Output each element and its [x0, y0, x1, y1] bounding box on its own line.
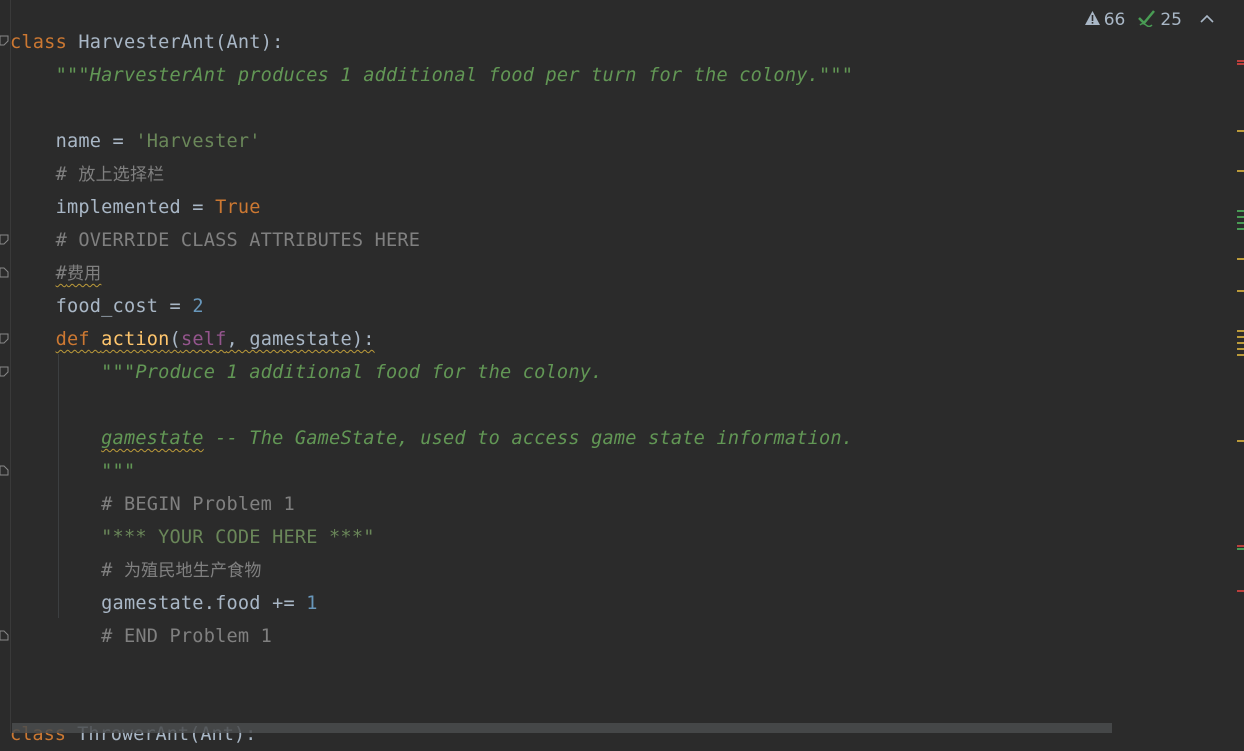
warnings-count: 66 [1103, 10, 1126, 30]
code-line: food_cost = 2 [10, 290, 204, 323]
error-stripe[interactable] [1236, 0, 1244, 733]
weak-warnings-count: 25 [1160, 10, 1182, 30]
docstring: """Produce 1 additional food for the col… [10, 362, 603, 383]
code-text: food_cost = [10, 296, 193, 317]
change-mark[interactable] [1237, 216, 1244, 218]
keyword: class [10, 32, 67, 53]
error-mark[interactable] [1237, 590, 1244, 592]
warning-mark[interactable] [1237, 330, 1244, 332]
class-signature: HarvesterAnt(Ant): [66, 32, 284, 53]
fold-marker[interactable] [0, 267, 9, 278]
weak-warnings-indicator[interactable]: 25 [1137, 9, 1182, 32]
number-literal: 2 [192, 296, 204, 317]
code-line: """Produce 1 additional food for the col… [10, 356, 603, 389]
warning-mark[interactable] [1237, 290, 1244, 292]
comment: # [10, 560, 124, 581]
comment-cjk: 放上选择栏 [78, 165, 165, 185]
code-editor[interactable]: class HarvesterAnt(Ant): """HarvesterAnt… [0, 0, 1244, 745]
code-line: # 放上选择栏 [10, 158, 165, 191]
string-literal: 'Harvester' [135, 131, 261, 152]
code-line: # OVERRIDE CLASS ATTRIBUTES HERE [10, 224, 420, 257]
docstring: gamestate [101, 428, 204, 449]
code-text: name = [10, 131, 136, 152]
comment-cjk: 费用 [66, 264, 102, 284]
comment: # [55, 263, 67, 284]
change-mark[interactable] [1237, 222, 1244, 224]
error-mark[interactable] [1237, 60, 1244, 62]
code-line: # BEGIN Problem 1 [10, 488, 295, 521]
number-literal: 1 [306, 593, 318, 614]
docstring: """ [10, 461, 136, 482]
horizontal-scrollbar[interactable] [12, 723, 1112, 733]
warning-mark[interactable] [1237, 170, 1244, 172]
fold-marker[interactable] [0, 630, 9, 641]
code-text: gamestate.food += [10, 593, 307, 614]
fold-marker[interactable] [0, 35, 9, 46]
docstring: """HarvesterAnt produces 1 additional fo… [10, 65, 854, 86]
comment: # OVERRIDE CLASS ATTRIBUTES HERE [10, 230, 421, 251]
code-line: # END Problem 1 [10, 620, 272, 653]
code-line: """ [10, 455, 135, 488]
code-line: implemented = True [10, 191, 261, 224]
function-name: action [101, 329, 170, 350]
code-line: "*** YOUR CODE HERE ***" [10, 521, 375, 554]
warnings-indicator[interactable]: 66 [1084, 10, 1126, 31]
code-line: class HarvesterAnt(Ant): [10, 26, 283, 59]
code-line: # 为殖民地生产食物 [10, 554, 262, 587]
code-line: gamestate -- The GameState, used to acce… [10, 422, 853, 455]
fold-marker[interactable] [0, 234, 9, 245]
paren: ( [169, 329, 181, 350]
fold-marker[interactable] [0, 465, 9, 476]
error-mark[interactable] [1237, 63, 1244, 65]
string-literal: "*** YOUR CODE HERE ***" [10, 527, 375, 548]
comment: # [10, 164, 79, 185]
change-mark[interactable] [1237, 228, 1244, 230]
warning-mark[interactable] [1237, 342, 1244, 344]
fold-marker[interactable] [0, 366, 9, 377]
comment-cjk: 为殖民地生产食物 [123, 561, 262, 581]
self-param: self [180, 329, 227, 350]
code-line: name = 'Harvester' [10, 125, 261, 158]
keyword: def [55, 329, 90, 350]
code-line: #费用 [10, 257, 102, 290]
code-line: def action(self, gamestate): [10, 323, 375, 356]
params: , gamestate): [226, 329, 375, 350]
code-line: """HarvesterAnt produces 1 additional fo… [10, 59, 853, 92]
change-mark[interactable] [1237, 210, 1244, 212]
inspection-widget[interactable]: 66 25 [1084, 7, 1214, 33]
warning-mark[interactable] [1237, 440, 1244, 442]
change-mark[interactable] [1237, 548, 1244, 550]
warning-mark[interactable] [1237, 336, 1244, 338]
comment: # BEGIN Problem 1 [10, 494, 295, 515]
warning-mark[interactable] [1237, 354, 1244, 356]
chevron-up-icon[interactable] [1200, 12, 1214, 28]
warning-mark[interactable] [1237, 348, 1244, 350]
warning-mark[interactable] [1237, 130, 1244, 132]
code-line: gamestate.food += 1 [10, 587, 318, 620]
warning-icon [1084, 10, 1101, 31]
error-mark[interactable] [1237, 545, 1244, 547]
fold-marker[interactable] [0, 333, 9, 344]
warning-mark[interactable] [1237, 258, 1244, 260]
comment: # END Problem 1 [10, 626, 273, 647]
check-icon [1137, 9, 1157, 32]
keyword: True [215, 197, 261, 218]
docstring: -- The GameState, used to access game st… [203, 428, 854, 449]
code-text: implemented = [10, 197, 216, 218]
